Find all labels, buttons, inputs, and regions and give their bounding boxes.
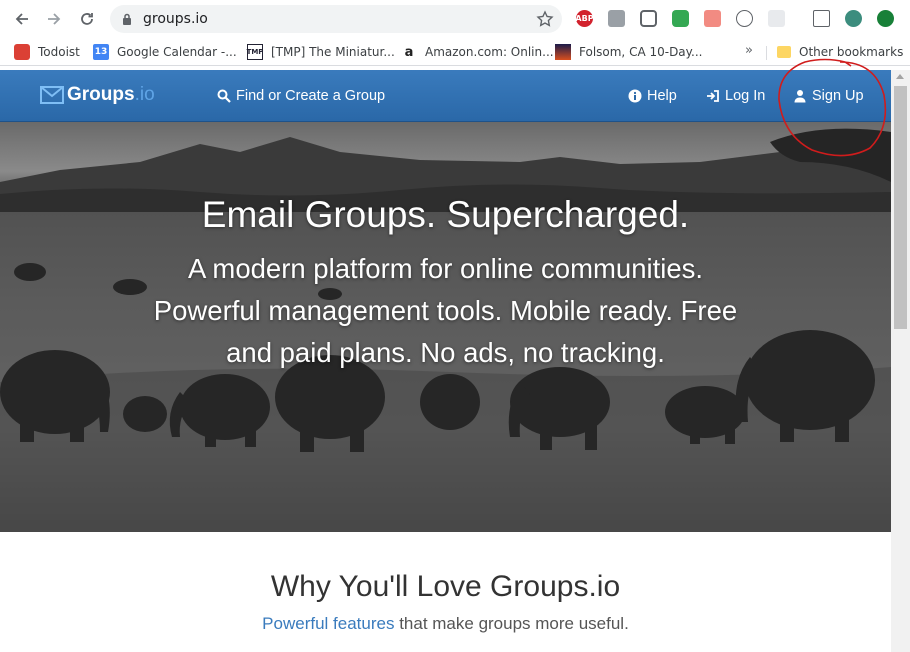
profile-extension-icon[interactable] — [845, 10, 862, 27]
login-link[interactable]: Log In — [706, 87, 765, 105]
arrow-left-icon — [15, 13, 28, 25]
site-navbar: Groups .io Find or Create a Group Help L… — [0, 70, 891, 122]
bookmark-google-calendar[interactable]: 13 Google Calendar -... — [93, 43, 237, 61]
bookmarks-divider — [766, 46, 767, 60]
help-label: Help — [647, 88, 677, 104]
adblock-extension-icon[interactable]: ABP — [575, 10, 594, 27]
bookmark-folsom-weather[interactable]: Folsom, CA 10-Day... — [555, 43, 703, 61]
why-love-subtitle: Powerful features that make groups more … — [0, 614, 891, 634]
powerful-features-link[interactable]: Powerful features — [262, 614, 394, 633]
help-link[interactable]: Help — [628, 87, 677, 105]
pocket-extension-icon[interactable] — [640, 10, 657, 27]
cast-icon[interactable] — [813, 10, 830, 27]
scroll-up-arrow-icon[interactable] — [896, 74, 904, 79]
logo-text: Groups — [67, 84, 135, 105]
lock-icon — [123, 13, 131, 25]
bookmark-label: [TMP] The Miniatur... — [271, 45, 395, 59]
login-label: Log In — [725, 88, 766, 104]
search-icon — [217, 89, 231, 103]
weather-icon — [555, 44, 571, 60]
page-scrollbar[interactable] — [891, 70, 910, 652]
find-group-label: Find or Create a Group — [236, 88, 386, 104]
find-group-link[interactable]: Find or Create a Group — [217, 87, 385, 105]
todoist-icon — [14, 44, 30, 60]
info-icon — [628, 89, 642, 103]
sign-in-icon — [707, 90, 719, 102]
reload-icon — [81, 13, 93, 25]
web-page: Groups .io Find or Create a Group Help L… — [0, 70, 891, 652]
logo-tld: .io — [134, 84, 155, 105]
bookmark-label: Folsom, CA 10-Day... — [579, 45, 703, 59]
sync-extension-icon[interactable] — [672, 10, 689, 27]
calendar-icon: 13 — [93, 44, 109, 60]
bookmark-star-icon[interactable] — [536, 10, 554, 28]
arrow-right-icon — [48, 13, 61, 25]
code-extension-icon[interactable] — [736, 10, 753, 27]
forward-button[interactable] — [42, 7, 66, 31]
bookmark-label: Google Calendar -... — [117, 45, 237, 59]
bookmark-amazon[interactable]: a Amazon.com: Onlin... — [401, 43, 554, 61]
url-text: groups.io — [143, 11, 208, 27]
bookmarks-overflow-button[interactable]: » — [745, 43, 753, 58]
site-logo[interactable]: Groups .io — [40, 82, 155, 108]
bookmarks-bar: Todoist 13 Google Calendar -... TMP [TMP… — [0, 38, 910, 66]
reload-button[interactable] — [75, 7, 99, 31]
user-icon — [794, 90, 806, 103]
address-bar[interactable]: groups.io — [110, 5, 562, 33]
hero-title: Email Groups. Supercharged. — [201, 194, 690, 235]
browser-toolbar: groups.io ABP — [0, 0, 910, 38]
tmp-badge: TMP — [246, 48, 264, 56]
other-bookmarks-label: Other bookmarks — [799, 45, 904, 59]
amazon-icon: a — [404, 44, 414, 60]
bookmark-label: Amazon.com: Onlin... — [425, 45, 554, 59]
folder-icon — [777, 46, 791, 58]
video-extension-icon[interactable] — [704, 10, 721, 27]
adblock-badge: ABP — [575, 14, 594, 23]
signup-label: Sign Up — [812, 88, 864, 104]
bookmark-todoist[interactable]: Todoist — [14, 43, 80, 61]
bookmark-tmp[interactable]: TMP [TMP] The Miniatur... — [247, 43, 395, 61]
drive-extension-icon[interactable] — [608, 10, 625, 27]
back-button[interactable] — [10, 7, 34, 31]
scroll-thumb[interactable] — [894, 86, 907, 329]
tmp-icon: TMP — [247, 44, 263, 60]
why-love-subtitle-rest: that make groups more useful. — [394, 614, 629, 633]
calendar-day: 13 — [94, 47, 108, 57]
hero-subtitle: A modern platform for online communities… — [153, 253, 738, 368]
react-extension-icon[interactable] — [768, 10, 785, 27]
other-bookmarks[interactable]: Other bookmarks — [777, 43, 903, 61]
bookmark-label: Todoist — [38, 45, 80, 59]
why-love-heading: Why You'll Love Groups.io — [270, 570, 621, 603]
envelope-logo-icon — [40, 86, 64, 104]
update-icon[interactable] — [877, 10, 894, 27]
hero-banner: Email Groups. Supercharged. A modern pla… — [0, 122, 891, 532]
signup-link[interactable]: Sign Up — [793, 87, 864, 105]
